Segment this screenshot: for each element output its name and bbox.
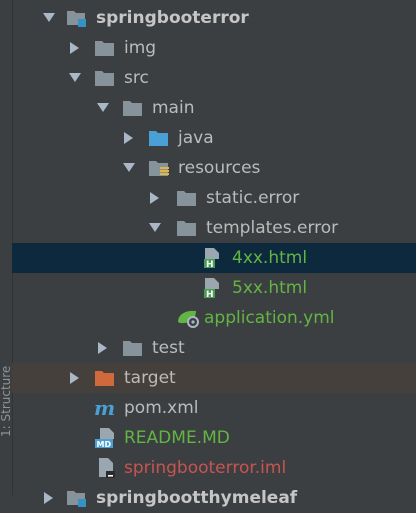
tree-item-5xx-html[interactable]: H 5xx.html bbox=[12, 273, 416, 303]
source-folder-icon bbox=[148, 128, 170, 148]
excluded-folder-icon bbox=[94, 368, 116, 388]
tree-item-templates-error[interactable]: templates.error bbox=[12, 213, 416, 243]
chevron-right-icon[interactable] bbox=[96, 341, 110, 355]
module-folder-icon bbox=[66, 488, 88, 508]
svg-text:H: H bbox=[206, 260, 214, 269]
folder-icon bbox=[122, 98, 144, 118]
tree-item-readme[interactable]: MD README.MD bbox=[12, 423, 416, 453]
tree-item-4xx-html[interactable]: H 4xx.html bbox=[12, 243, 416, 273]
chevron-right-icon[interactable] bbox=[42, 491, 56, 505]
tree-item-springbooterror[interactable]: springbooterror bbox=[12, 3, 416, 33]
tree-item-target[interactable]: target bbox=[12, 363, 416, 393]
module-folder-icon bbox=[66, 8, 88, 28]
tree-item-resources[interactable]: resources bbox=[12, 153, 416, 183]
tree-label: 4xx.html bbox=[232, 248, 308, 268]
tree-label: main bbox=[152, 98, 195, 118]
tree-label: static.error bbox=[206, 188, 300, 208]
folder-icon bbox=[94, 38, 116, 58]
folder-icon bbox=[94, 68, 116, 88]
markdown-file-icon: MD bbox=[94, 427, 116, 449]
tree-item-img[interactable]: img bbox=[12, 33, 416, 63]
tree-label: springbooterror bbox=[96, 8, 249, 28]
chevron-right-icon[interactable] bbox=[68, 371, 82, 385]
spring-config-icon bbox=[176, 308, 199, 328]
chevron-right-icon[interactable] bbox=[122, 131, 136, 145]
tree-label: application.yml bbox=[204, 308, 335, 328]
svg-text:MD: MD bbox=[97, 440, 112, 449]
html-file-icon: H bbox=[202, 277, 224, 299]
tree-label: java bbox=[178, 128, 214, 148]
tree-label: resources bbox=[178, 158, 261, 178]
folder-icon bbox=[176, 188, 198, 208]
resources-folder-icon bbox=[148, 158, 170, 178]
tree-item-iml[interactable]: springbooterror.iml bbox=[12, 453, 416, 483]
tree-item-static-error[interactable]: static.error bbox=[12, 183, 416, 213]
tree-label: test bbox=[152, 338, 185, 358]
chevron-down-icon[interactable] bbox=[122, 161, 136, 175]
tree-label: README.MD bbox=[124, 428, 230, 448]
maven-icon: m bbox=[94, 396, 116, 420]
tree-item-pom-xml[interactable]: m pom.xml bbox=[12, 393, 416, 423]
chevron-right-icon[interactable] bbox=[68, 41, 82, 55]
tree-label: templates.error bbox=[206, 218, 339, 238]
chevron-down-icon[interactable] bbox=[96, 101, 110, 115]
tree-item-test[interactable]: test bbox=[12, 333, 416, 363]
chevron-down-icon[interactable] bbox=[42, 11, 56, 25]
tree-label: src bbox=[124, 68, 149, 88]
tree-label: target bbox=[124, 368, 176, 388]
iml-file-icon bbox=[96, 457, 118, 478]
tree-label: pom.xml bbox=[124, 398, 199, 418]
html-file-icon: H bbox=[202, 247, 224, 269]
tree-item-next-module[interactable]: springbootthymeleaf bbox=[12, 483, 416, 513]
project-tree: springbooterror img src main java resour… bbox=[12, 0, 416, 508]
tree-item-application-yml[interactable]: application.yml bbox=[12, 303, 416, 333]
svg-text:H: H bbox=[206, 290, 214, 299]
tree-label: img bbox=[124, 38, 157, 58]
tree-item-src[interactable]: src bbox=[12, 63, 416, 93]
chevron-down-icon[interactable] bbox=[68, 71, 82, 85]
tree-item-java[interactable]: java bbox=[12, 123, 416, 153]
tree-item-main[interactable]: main bbox=[12, 93, 416, 123]
tree-label: springbootthymeleaf bbox=[96, 488, 298, 508]
folder-icon bbox=[122, 338, 144, 358]
chevron-down-icon[interactable] bbox=[148, 221, 162, 235]
chevron-right-icon[interactable] bbox=[148, 191, 162, 205]
tree-label: springbooterror.iml bbox=[124, 458, 287, 478]
tree-label: 5xx.html bbox=[232, 278, 308, 298]
folder-icon bbox=[176, 218, 198, 238]
